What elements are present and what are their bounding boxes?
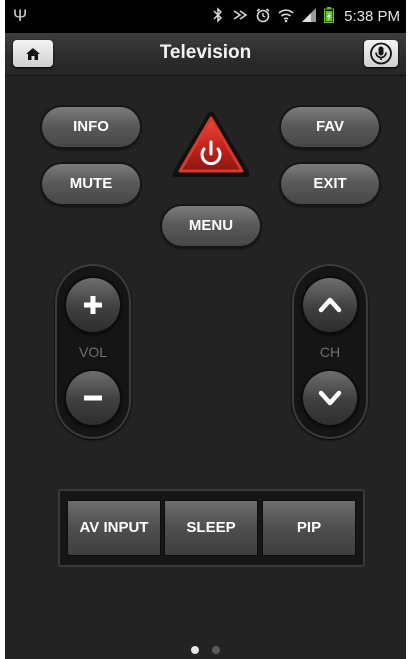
volume-up-button[interactable] [66,278,120,332]
signal-icon [302,8,316,22]
page-dot-active[interactable] [191,646,200,654]
status-icons [211,7,334,23]
remote-screen: Ψ 5:38 PM Television INFO FAV MUTE EXIT … [5,0,406,659]
channel-rocker: CH [292,264,368,439]
usb-icon: Ψ [13,6,28,25]
power-button[interactable] [172,111,250,178]
volume-down-button[interactable] [66,371,120,425]
bluetooth-icon [213,7,223,23]
fav-button[interactable]: FAV [281,107,379,147]
chevron-down-icon [318,390,342,406]
voice-button[interactable] [364,40,398,67]
mute-button[interactable]: MUTE [42,164,140,204]
channel-label: CH [319,344,341,360]
menu-button[interactable]: MENU [162,206,260,246]
av-input-button[interactable]: AV INPUT [68,501,160,555]
volume-label: VOL [78,344,107,360]
nfc-icon [233,10,248,20]
page-indicator [5,641,406,659]
title-bar: Television [5,33,406,76]
wifi-icon [278,9,294,23]
channel-up-button[interactable] [303,278,357,332]
microphone-icon [370,42,392,65]
channel-down-button[interactable] [303,371,357,425]
status-bar: Ψ 5:38 PM [5,0,406,33]
clock: 5:38 PM [344,8,400,25]
plus-icon [84,296,102,314]
pip-button[interactable]: PIP [263,501,355,555]
battery-icon [324,7,334,23]
page-title: Television [159,42,252,63]
page-dot[interactable] [211,646,220,654]
sleep-button[interactable]: SLEEP [165,501,257,555]
exit-button[interactable]: EXIT [281,164,379,204]
power-triangle [172,111,250,177]
alarm-icon [256,8,270,23]
chevron-up-icon [318,297,342,313]
volume-rocker: VOL [55,264,131,439]
bottom-button-group: AV INPUT SLEEP PIP [58,489,365,567]
minus-icon [84,395,102,401]
info-button[interactable]: INFO [42,107,140,147]
